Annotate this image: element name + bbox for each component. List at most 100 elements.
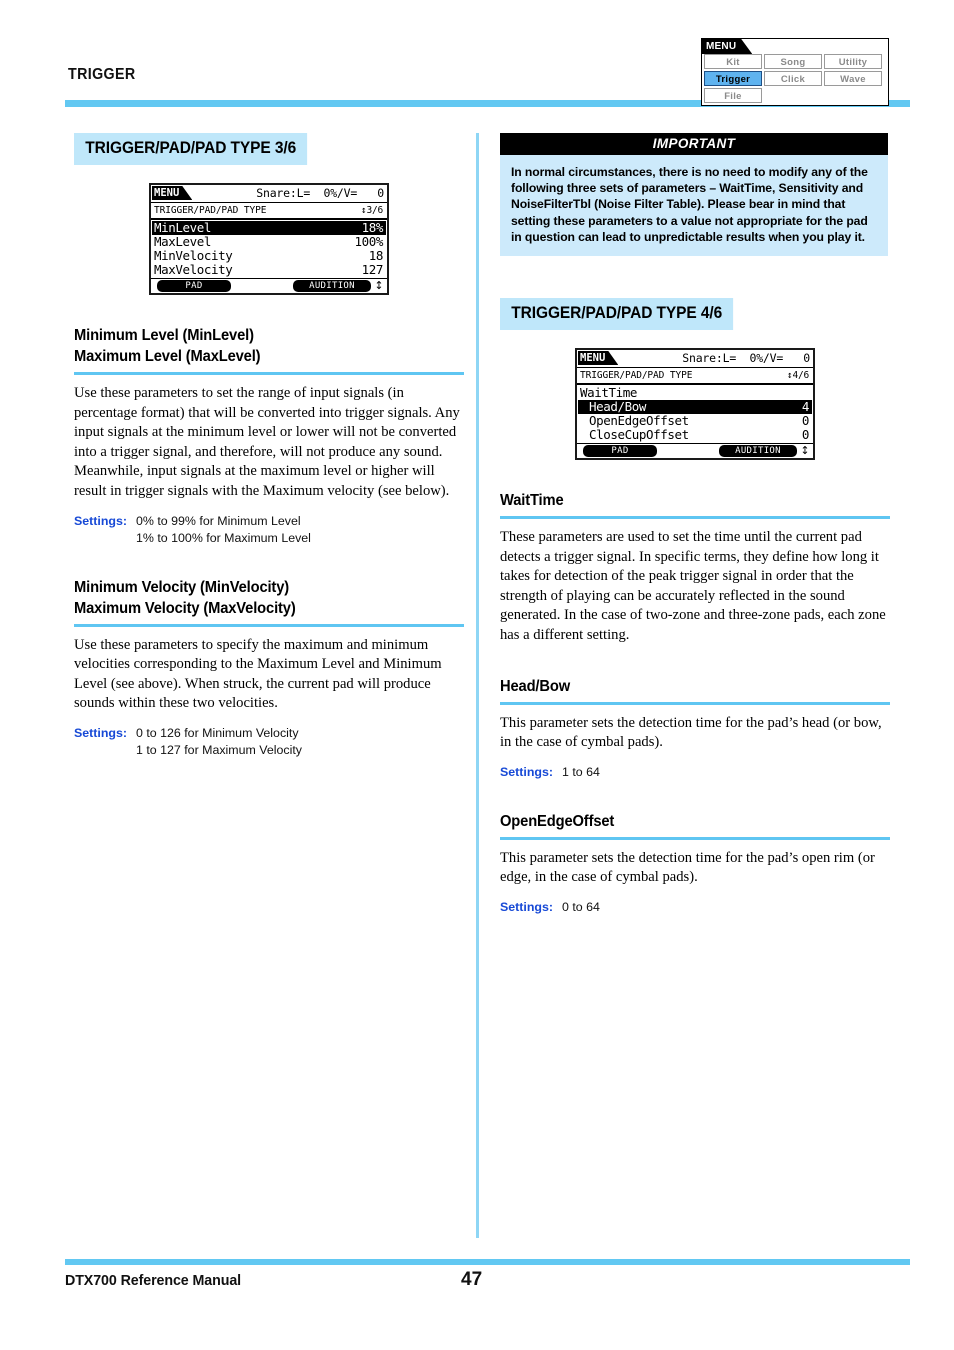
important-callout-box: IMPORTANT In normal circumstances, there… (500, 133, 888, 257)
up-down-arrow-icon: ↕ (374, 279, 384, 292)
important-callout-title: IMPORTANT (500, 133, 888, 155)
lcd-row-headbow[interactable]: Head/Bow 4 (578, 399, 812, 415)
footer-divider-rule (65, 1259, 910, 1265)
lcd-row-closecupoffset[interactable]: CloseCupOffset 0 (578, 428, 812, 442)
menu-item-utility[interactable]: Utility (824, 54, 882, 69)
lcd-softkey-pad[interactable]: PAD (157, 280, 231, 292)
lcd-row-label: MaxVelocity (154, 262, 233, 277)
lcd-row-minvelocity[interactable]: MinVelocity 18 (152, 249, 386, 263)
lcd-screen-3-6: MENU Snare:L= 0%/V= 0 TRIGGER/PAD/PAD TY… (149, 183, 389, 295)
lcd-row-value: 18 (368, 248, 384, 263)
menu-cell-empty (764, 88, 822, 103)
settings-label: Settings: (74, 725, 128, 740)
menu-item-wave[interactable]: Wave (824, 71, 882, 86)
lcd-page-indicator: ↕4/6 (786, 370, 809, 382)
lcd-row-label: MinVelocity (154, 248, 233, 263)
lcd-parameter-list: WaitTime Head/Bow 4 OpenEdgeOffset 0 Clo… (577, 385, 813, 442)
settings-value-line: 1% to 100% for Maximum Level (136, 530, 311, 545)
lcd-pathbar: TRIGGER/PAD/PAD TYPE ↕4/6 (577, 368, 813, 386)
lcd-row-maxvelocity[interactable]: MaxVelocity 127 (152, 263, 386, 277)
lcd-menu-tab: MENU (578, 351, 618, 365)
lcd-row-label: Head/Bow (589, 399, 647, 415)
param-heading-line: Maximum Velocity (MaxVelocity) (74, 599, 296, 617)
section-body-text: This parameter sets the detection time f… (500, 849, 875, 886)
heading-rule (74, 623, 464, 627)
settings-label: Settings: (500, 764, 554, 779)
param-heading-line: Maximum Level (MaxLevel) (74, 348, 261, 365)
lcd-screenshot-wrap-4-6: MENU Snare:L= 0%/V= 0 TRIGGER/PAD/PAD TY… (500, 348, 890, 461)
running-head: TRIGGER (68, 66, 136, 83)
menu-cell-empty (824, 88, 882, 103)
heading-rule (500, 701, 890, 705)
lcd-softkey-audition[interactable]: AUDITION (719, 445, 797, 458)
section-body-text: Use these parameters to set the range of… (74, 385, 460, 499)
settings-block: Settings: 0% to 99% for Minimum Level 1%… (74, 513, 464, 547)
lcd-softkey-pad[interactable]: PAD (583, 445, 657, 458)
menu-item-kit[interactable]: Kit (704, 54, 762, 69)
heading-rule (74, 372, 464, 375)
lcd-row-value: 18% (361, 220, 384, 235)
lcd-row-value: 127 (361, 262, 384, 277)
lcd-row-label: MaxLevel (154, 234, 212, 249)
lcd-row-maxlevel[interactable]: MaxLevel 100% (152, 235, 386, 249)
lcd-row-value: 100% (354, 234, 383, 249)
section-openedgeoffset: OpenEdgeOffset This parameter sets the d… (500, 811, 890, 916)
settings-values: 1 to 64 (562, 764, 600, 781)
settings-values: 0% to 99% for Minimum Level 1% to 100% f… (136, 513, 311, 547)
settings-values: 0 to 126 for Minimum Velocity 1 to 127 f… (136, 725, 302, 759)
section-body-text: This parameter sets the detection time f… (500, 714, 882, 751)
section-body-text: Use these parameters to specify the maxi… (74, 636, 442, 712)
param-heading-line: OpenEdgeOffset (500, 812, 615, 830)
param-heading-line: Minimum Level (MinLevel) (74, 327, 254, 344)
settings-block: Settings: 0 to 64 (500, 899, 890, 916)
settings-block: Settings: 0 to 126 for Minimum Velocity … (74, 725, 464, 759)
lcd-row-openedgeoffset[interactable]: OpenEdgeOffset 0 (578, 414, 812, 428)
param-heading-line: Head/Bow (500, 677, 571, 695)
lcd-softkey-bar: PAD AUDITION ↕ (577, 443, 813, 458)
section-body-text: These parameters are used to set the tim… (500, 529, 886, 643)
footer-title: DTX700 Reference Manual (65, 1272, 242, 1289)
column-divider (476, 133, 479, 1238)
left-column: TRIGGER/PAD/PAD TYPE 3/6 MENU Snare:L= 0… (74, 133, 464, 759)
menu-map-row: Kit Song Utility (702, 54, 888, 71)
section-minmax-velocity: Minimum Velocity (MinVelocity) Maximum V… (74, 577, 464, 759)
lcd-screenshot-wrap-3-6: MENU Snare:L= 0%/V= 0 TRIGGER/PAD/PAD TY… (74, 183, 464, 295)
menu-item-file[interactable]: File (704, 88, 762, 103)
lcd-pathbar: TRIGGER/PAD/PAD TYPE ↕3/6 (151, 203, 387, 220)
screen-title-3-6: TRIGGER/PAD/PAD TYPE 3/6 (74, 133, 308, 165)
menu-item-trigger[interactable]: Trigger (704, 71, 762, 86)
lcd-row-value: 0 (801, 413, 810, 429)
lcd-page-indicator: ↕3/6 (360, 205, 383, 216)
section-minmax-level: Minimum Level (MinLevel) Maximum Level (… (74, 325, 464, 547)
settings-block: Settings: 1 to 64 (500, 764, 890, 781)
param-heading-line: Minimum Velocity (MinVelocity) (74, 578, 290, 596)
lcd-path-label: TRIGGER/PAD/PAD TYPE (154, 205, 267, 216)
lcd-parameter-list: MinLevel 18% MaxLevel 100% MinVelocity 1… (151, 220, 387, 277)
settings-value-line: 0% to 99% for Minimum Level (136, 513, 301, 528)
lcd-path-label: TRIGGER/PAD/PAD TYPE (580, 370, 693, 382)
menu-item-click[interactable]: Click (764, 71, 822, 86)
lcd-menu-tab: MENU (152, 186, 192, 200)
footer-page-number: 47 (461, 1269, 483, 1290)
lcd-row-waittime-group: WaitTime (578, 386, 812, 402)
right-column: IMPORTANT In normal circumstances, there… (500, 133, 890, 916)
lcd-row-minlevel[interactable]: MinLevel 18% (152, 221, 386, 235)
lcd-row-label: CloseCupOffset (589, 427, 689, 443)
lcd-topbar: MENU Snare:L= 0%/V= 0 (151, 185, 387, 203)
lcd-topbar: MENU Snare:L= 0%/V= 0 (577, 350, 813, 369)
lcd-kit-info: Snare:L= 0%/V= 0 (682, 351, 810, 366)
heading-rule (500, 516, 890, 520)
settings-value-line: 1 to 127 for Maximum Velocity (136, 742, 302, 757)
settings-label: Settings: (500, 899, 554, 914)
lcd-row-label: MinLevel (154, 220, 212, 235)
section-headbow: Head/Bow This parameter sets the detecti… (500, 676, 890, 781)
lcd-softkey-audition[interactable]: AUDITION (293, 280, 371, 292)
settings-value-line: 0 to 126 for Minimum Velocity (136, 725, 299, 740)
settings-values: 0 to 64 (562, 899, 600, 916)
settings-value-line: 1 to 64 (562, 764, 600, 779)
menu-item-song[interactable]: Song (764, 54, 822, 69)
lcd-kit-info: Snare:L= 0%/V= 0 (256, 186, 384, 200)
menu-map-row: File (702, 88, 888, 105)
lcd-row-value: 4 (801, 399, 810, 415)
